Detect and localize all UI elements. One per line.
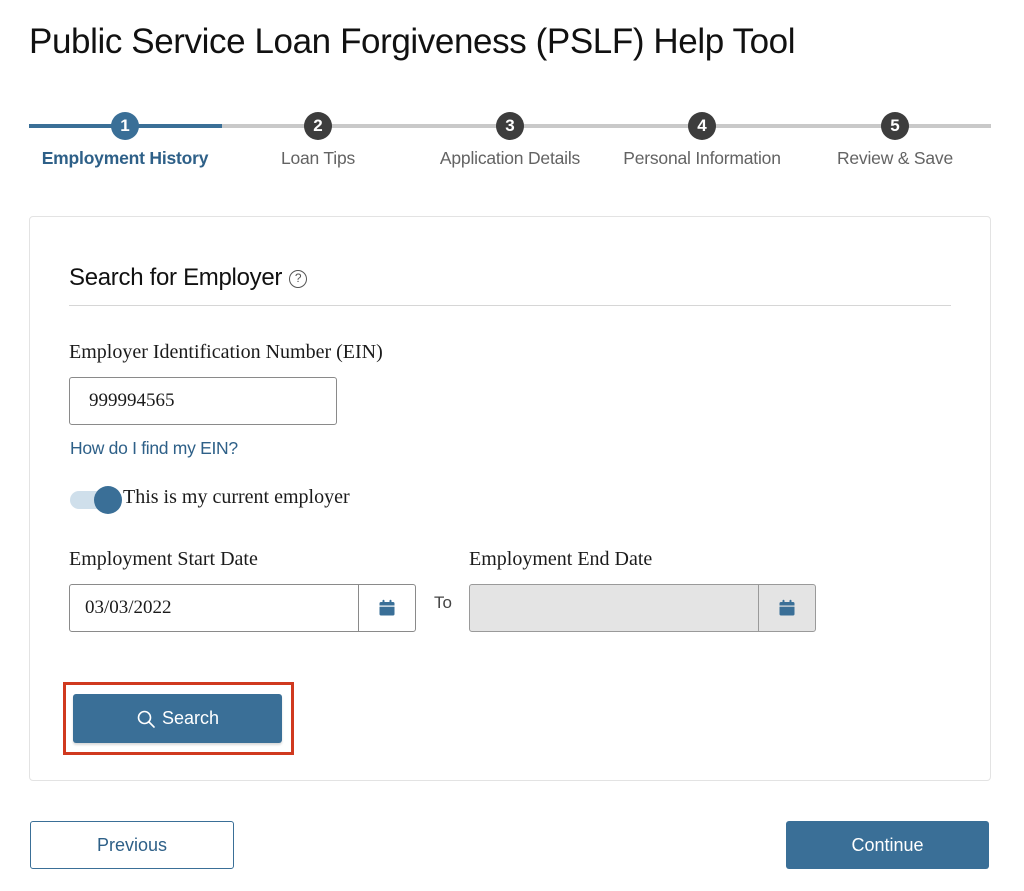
step-personal-information[interactable]: 4 Personal Information: [606, 112, 798, 169]
start-date-calendar-button[interactable]: [358, 585, 415, 631]
step-number: 1: [111, 112, 139, 140]
find-ein-link[interactable]: How do I find my EIN?: [70, 438, 238, 459]
step-number: 2: [304, 112, 332, 140]
search-icon: [136, 709, 156, 729]
calendar-icon: [379, 599, 395, 616]
search-button-label: Search: [161, 708, 220, 728]
ein-input[interactable]: 999994565: [69, 377, 337, 425]
step-label: Loan Tips: [280, 148, 356, 168]
toggle-knob: [94, 486, 122, 514]
step-label: Review & Save: [836, 148, 954, 168]
step-employment-history[interactable]: 1 Employment History: [29, 112, 221, 169]
current-employer-label: This is my current employer: [123, 486, 350, 508]
ein-label: Employer Identification Number (EIN): [69, 341, 383, 363]
section-heading: Search for Employer ?: [69, 264, 308, 292]
divider: [69, 305, 951, 306]
employer-search-card: Search for Employer ? Employer Identific…: [29, 216, 991, 781]
step-application-details[interactable]: 3 Application Details: [414, 112, 606, 169]
start-date-input[interactable]: 03/03/2022: [70, 585, 358, 631]
start-date-field: 03/03/2022: [69, 584, 416, 632]
current-employer-toggle[interactable]: [70, 485, 122, 515]
step-label: Personal Information: [623, 148, 781, 168]
progress-stepper: 1 Employment History 2 Loan Tips 3 Appli…: [29, 112, 991, 172]
end-date-label: Employment End Date: [469, 548, 653, 570]
step-number: 5: [881, 112, 909, 140]
calendar-icon: [779, 599, 795, 616]
to-label: To: [434, 593, 452, 612]
question-circle-icon[interactable]: ?: [289, 270, 308, 288]
page-title: Public Service Loan Forgiveness (PSLF) H…: [29, 22, 796, 61]
continue-button[interactable]: Continue: [786, 821, 989, 869]
end-date-calendar-button: [758, 585, 815, 631]
step-number: 4: [688, 112, 716, 140]
end-date-input: [470, 585, 758, 631]
step-label: Employment History: [41, 148, 209, 168]
step-loan-tips[interactable]: 2 Loan Tips: [222, 112, 414, 169]
step-review-save[interactable]: 5 Review & Save: [799, 112, 991, 169]
search-button[interactable]: Search: [73, 694, 282, 743]
previous-button[interactable]: Previous: [30, 821, 234, 869]
end-date-field: [469, 584, 816, 632]
step-number: 3: [496, 112, 524, 140]
start-date-label: Employment Start Date: [69, 548, 258, 570]
step-label: Application Details: [439, 148, 581, 168]
section-heading-text: Search for Employer: [69, 264, 283, 291]
